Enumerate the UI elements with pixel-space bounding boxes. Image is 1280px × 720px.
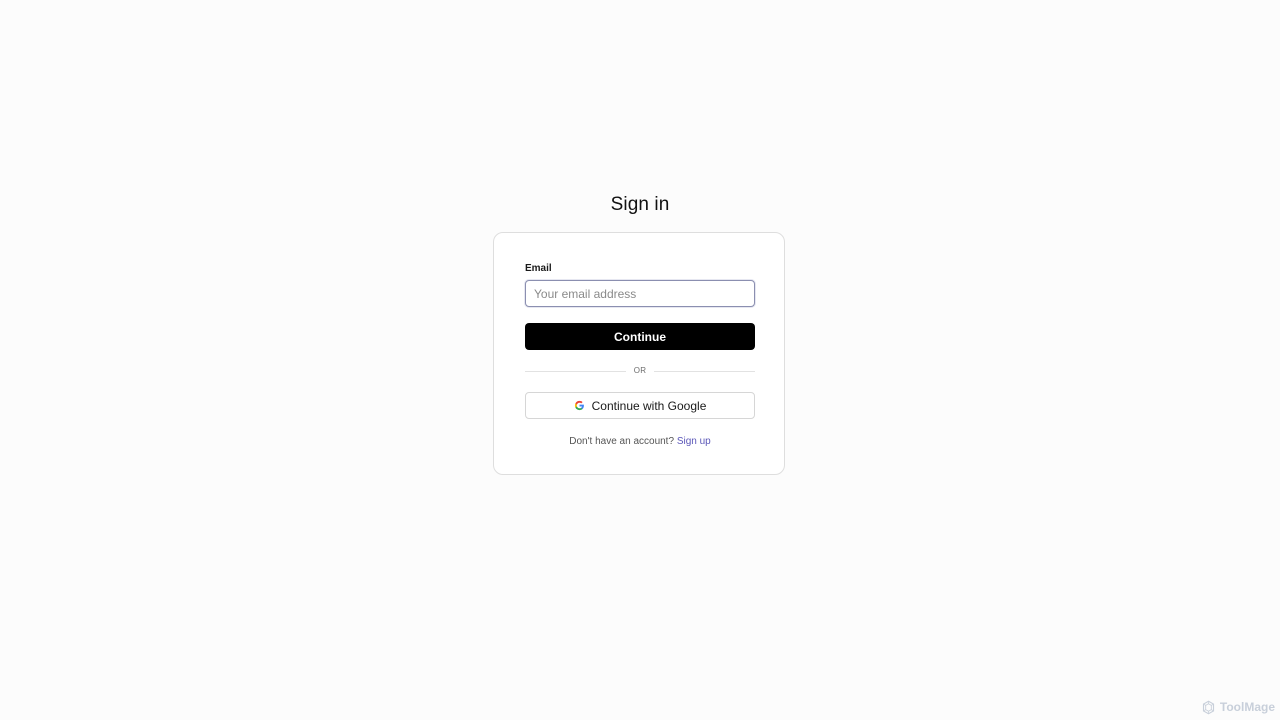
toolmage-logo-icon bbox=[1202, 700, 1214, 714]
email-field[interactable] bbox=[525, 280, 755, 307]
continue-button[interactable]: Continue bbox=[525, 323, 755, 350]
watermark: ToolMage bbox=[1201, 699, 1275, 715]
divider-line-right bbox=[654, 371, 755, 372]
signup-prompt: Don't have an account? bbox=[569, 436, 675, 447]
sign-in-page: Sign in Email Continue OR Continue with … bbox=[0, 0, 1280, 720]
email-label: Email bbox=[525, 263, 552, 274]
or-divider: OR bbox=[525, 364, 755, 378]
signup-prompt-row: Don't have an account? Sign up bbox=[494, 435, 786, 449]
sign-up-link[interactable]: Sign up bbox=[677, 436, 711, 447]
sign-in-card: Email Continue OR Continue with Google D… bbox=[493, 232, 785, 475]
google-button-label: Continue with Google bbox=[591, 398, 707, 413]
continue-with-google-button[interactable]: Continue with Google bbox=[525, 392, 755, 419]
watermark-text: ToolMage bbox=[1219, 700, 1275, 714]
google-g-icon bbox=[574, 400, 584, 411]
page-title: Sign in bbox=[610, 194, 670, 215]
